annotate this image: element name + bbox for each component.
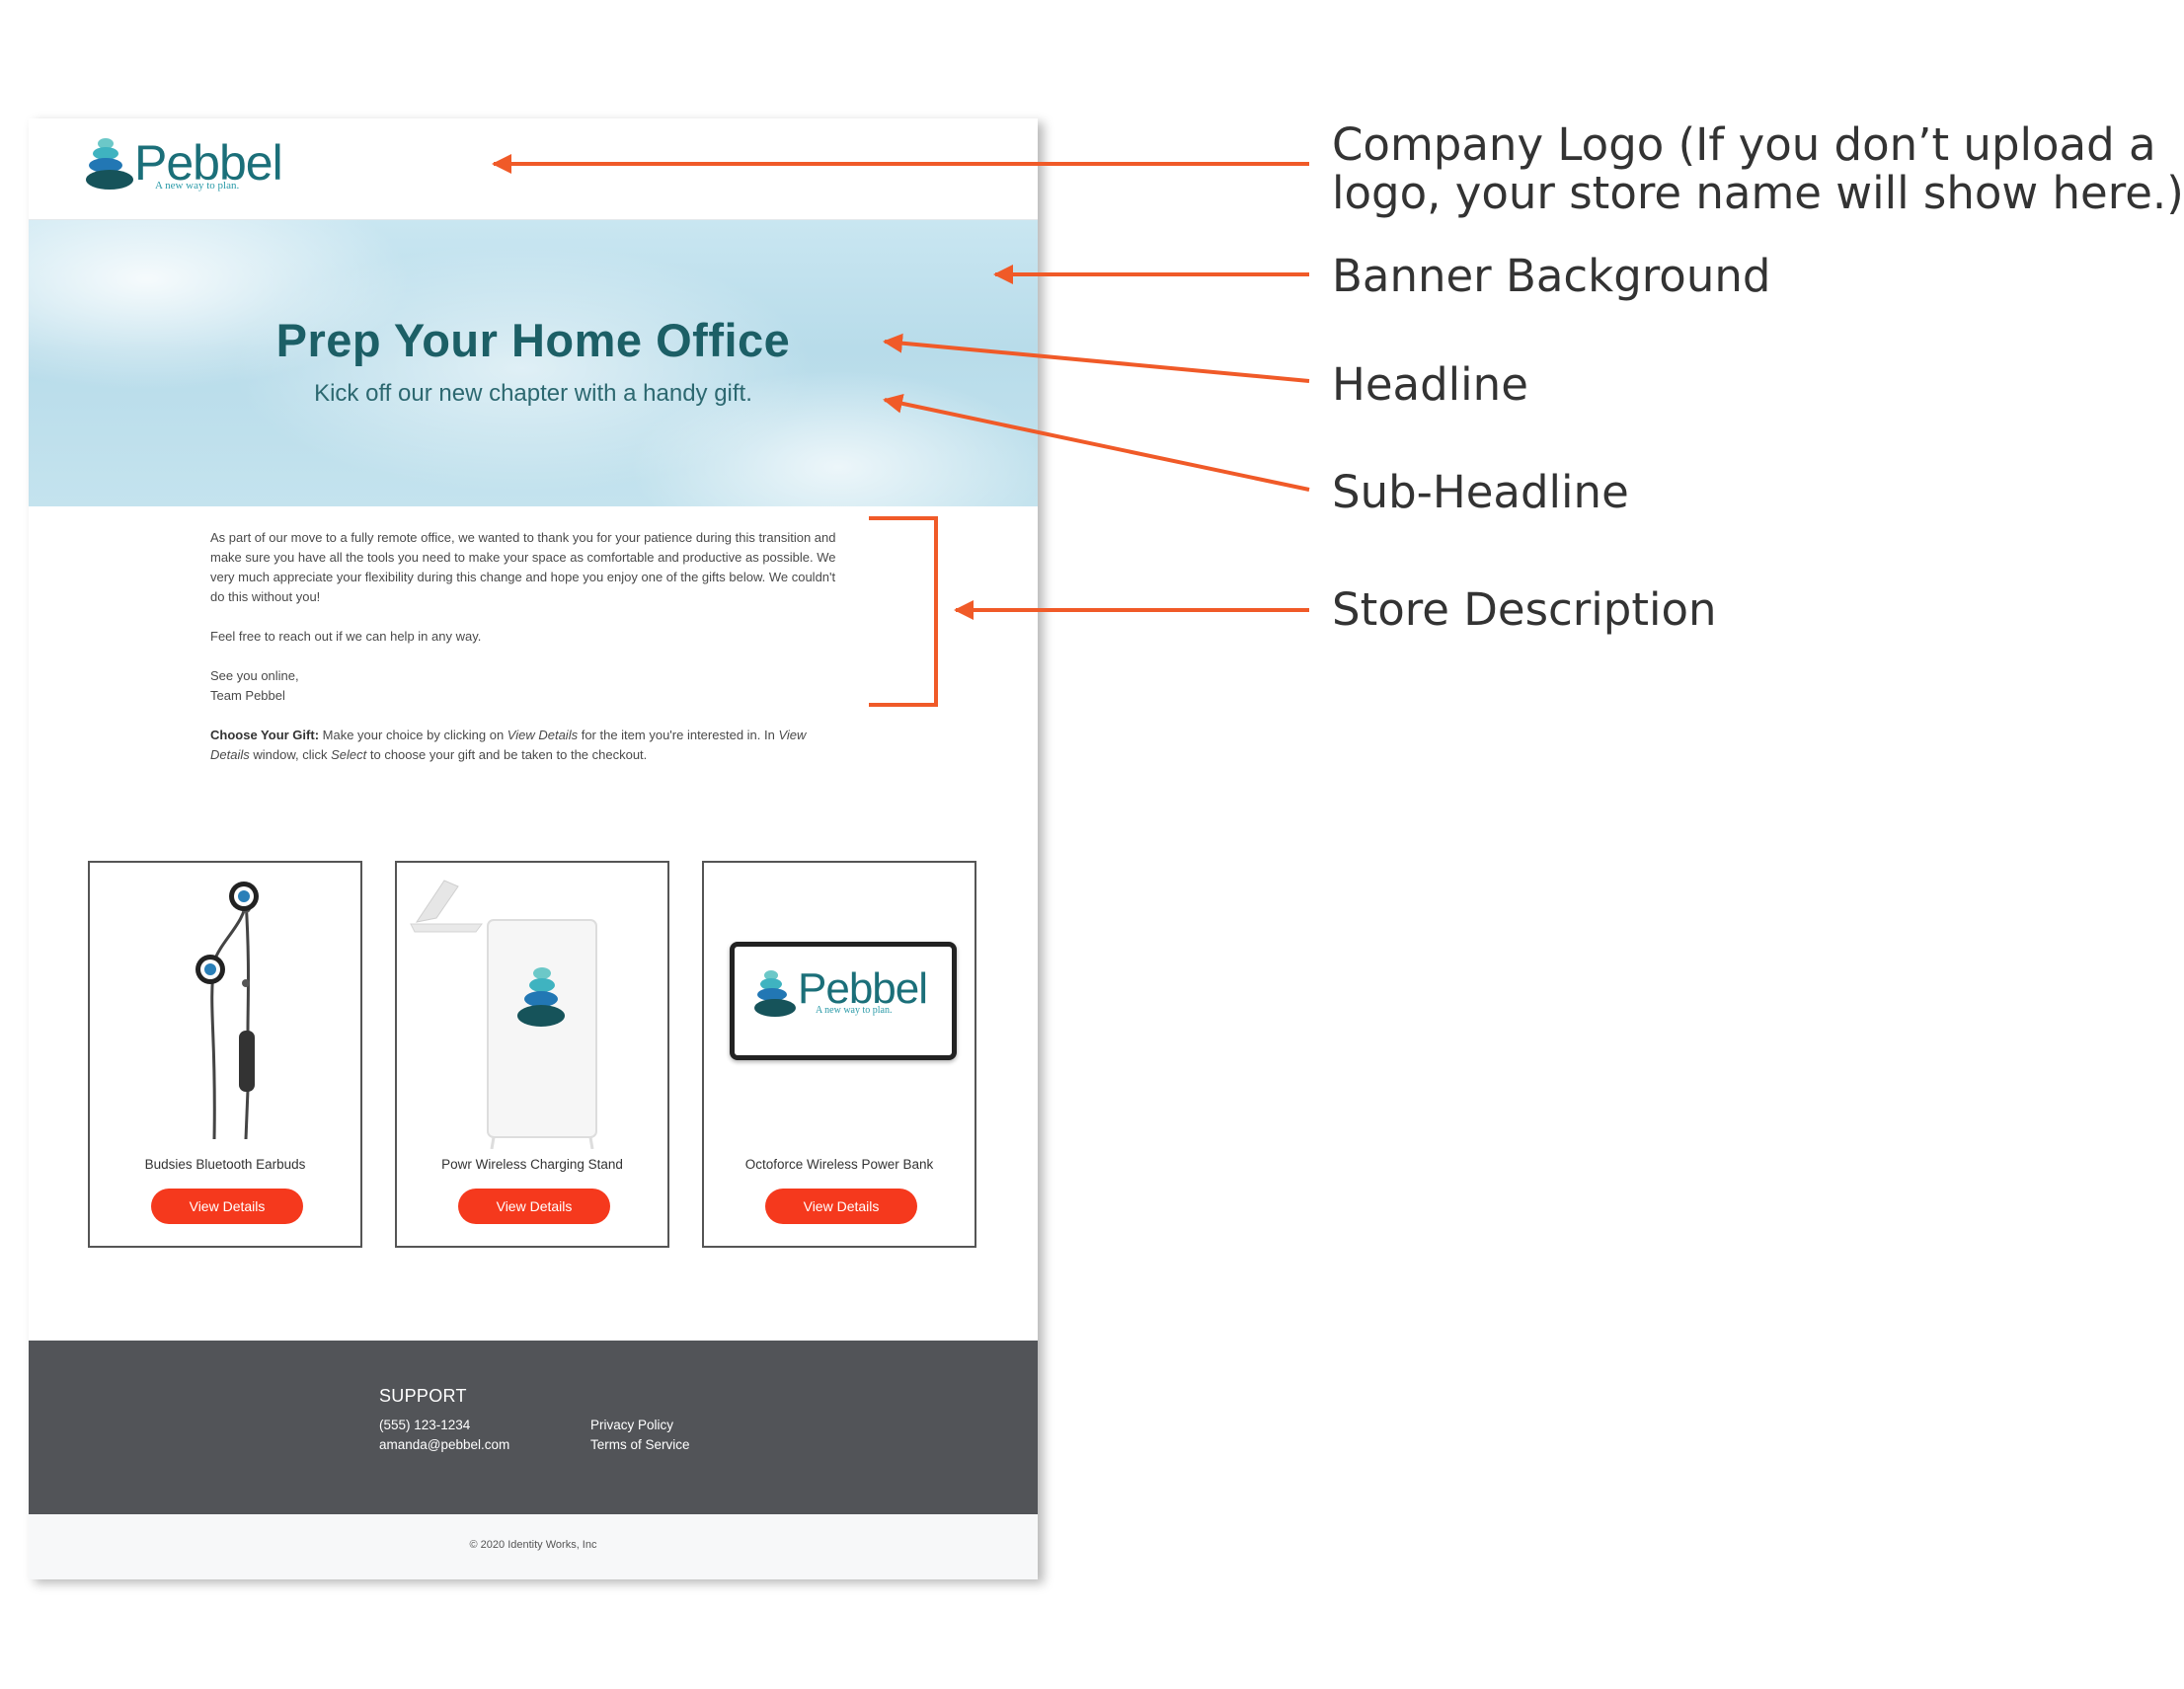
annotation-line: Company Logo (If you don’t upload a <box>1332 118 2156 171</box>
annotation-store-description: Store Description <box>1332 583 1717 636</box>
headline-arrow <box>883 333 1310 383</box>
annotation-arrows <box>492 154 1310 707</box>
subheadline-arrow <box>883 393 1310 492</box>
description-bracket <box>869 516 938 707</box>
annotation-headline: Headline <box>1332 358 1528 411</box>
annotation-banner-background: Banner Background <box>1332 250 1771 302</box>
annotation-sub-headline: Sub-Headline <box>1332 466 1629 518</box>
annotation-line: logo, your store name will show here.) <box>1332 167 2184 219</box>
annotation-company-logo: Company Logo (If you don’t upload a logo… <box>1332 120 2184 217</box>
